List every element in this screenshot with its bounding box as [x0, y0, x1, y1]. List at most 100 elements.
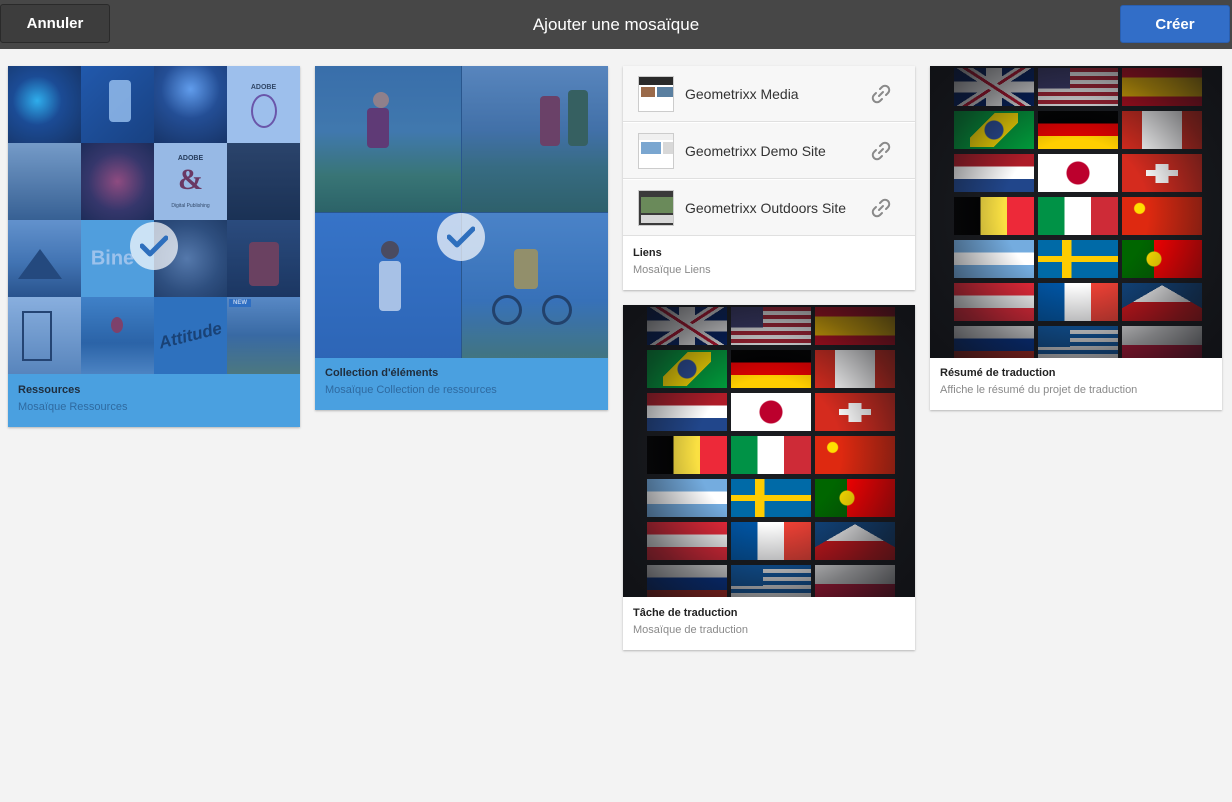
swiss-flag: [815, 393, 895, 431]
resources-thumbnail: ADOBE ADOBE & Digital Publishing Bine At…: [8, 66, 300, 374]
page-title: Ajouter une mosaïque: [532, 14, 700, 34]
netherlands-flag: [954, 154, 1034, 192]
site-thumbnail: [638, 76, 674, 112]
new-badge: NEW: [229, 299, 251, 307]
card-label: Collection d'éléments Mosaïque Collectio…: [325, 366, 598, 398]
flag-grid: [623, 305, 915, 597]
tile-card-resources[interactable]: ADOBE ADOBE & Digital Publishing Bine At…: [8, 66, 300, 427]
russia-flag: [954, 326, 1034, 358]
resource-image: NEW: [227, 297, 300, 374]
sweden-flag: [1038, 240, 1118, 278]
austria-flag: [954, 283, 1034, 321]
spain-flag: [1122, 68, 1202, 106]
card-subtitle: Affiche le résumé du projet de traductio…: [940, 384, 1138, 396]
tile-card-collection[interactable]: Collection d'éléments Mosaïque Collectio…: [315, 66, 608, 410]
selected-check-icon: [437, 213, 485, 261]
link-icon[interactable]: [869, 82, 893, 106]
uk-flag: [954, 68, 1034, 106]
card-label: Liens Mosaïque Liens: [633, 246, 905, 278]
link-icon[interactable]: [869, 139, 893, 163]
greece-flag: [1038, 326, 1118, 358]
japan-flag: [1038, 154, 1118, 192]
spain-flag: [815, 307, 895, 345]
tile-card-links[interactable]: Geometrixx Media Geometrixx Demo Site Ge…: [623, 66, 915, 290]
sweden-flag: [731, 479, 811, 517]
resource-image: [8, 143, 81, 220]
germany-flag: [731, 350, 811, 388]
us-flag: [1038, 68, 1118, 106]
poland-flag: [815, 565, 895, 597]
create-button[interactable]: Créer: [1120, 5, 1230, 43]
card-title: Collection d'éléments: [325, 367, 439, 379]
link-item-geometrixx-outdoors-site[interactable]: Geometrixx Outdoors Site: [623, 180, 915, 236]
china-flag: [1122, 197, 1202, 235]
card-label: Résumé de traduction Affiche le résumé d…: [940, 366, 1212, 398]
cancel-button[interactable]: Annuler: [0, 4, 110, 43]
resource-image: [227, 220, 300, 297]
italy-flag: [1038, 197, 1118, 235]
italy-flag: [731, 436, 811, 474]
argentina-flag: [647, 479, 727, 517]
link-icon[interactable]: [869, 196, 893, 220]
card-title: Tâche de traduction: [633, 607, 738, 619]
resource-image: [81, 66, 154, 143]
link-item-geometrixx-media[interactable]: Geometrixx Media: [623, 66, 915, 122]
russia-flag: [647, 565, 727, 597]
brazil-flag: [647, 350, 727, 388]
flag-grid: [930, 66, 1222, 358]
canada-flag: [1122, 111, 1202, 149]
card-label: Tâche de traduction Mosaïque de traducti…: [633, 606, 905, 638]
china-flag: [815, 436, 895, 474]
resource-image: Attitude: [154, 297, 227, 374]
runner-image: [315, 66, 461, 212]
resource-image: [8, 297, 81, 374]
czech-flag: [1122, 283, 1202, 321]
belgium-flag: [954, 197, 1034, 235]
swiss-flag: [1122, 154, 1202, 192]
france-flag: [731, 522, 811, 560]
card-subtitle: Mosaïque Liens: [633, 264, 711, 276]
hikers-image: [462, 66, 608, 212]
austria-flag: [647, 522, 727, 560]
selected-check-icon: [130, 222, 178, 270]
resource-image: [81, 143, 154, 220]
card-title: Ressources: [18, 384, 81, 396]
card-title: Résumé de traduction: [940, 367, 1056, 379]
site-thumbnail: [638, 190, 674, 226]
resource-image: ADOBE & Digital Publishing: [154, 143, 227, 220]
resource-image: [154, 66, 227, 143]
belgium-flag: [647, 436, 727, 474]
flags-thumbnail: [930, 66, 1222, 358]
card-title: Liens: [633, 247, 662, 259]
netherlands-flag: [647, 393, 727, 431]
portugal-flag: [815, 479, 895, 517]
card-subtitle: Mosaïque Ressources: [18, 401, 128, 413]
poland-flag: [1122, 326, 1202, 358]
resource-image: [8, 220, 81, 297]
header-bar: Annuler Ajouter une mosaïque Créer: [0, 0, 1232, 49]
tile-card-translation-task[interactable]: Tâche de traduction Mosaïque de traducti…: [623, 305, 915, 650]
link-item-geometrixx-demo-site[interactable]: Geometrixx Demo Site: [623, 123, 915, 179]
card-label: Ressources Mosaïque Ressources: [18, 383, 290, 415]
tile-card-translation-summary[interactable]: Résumé de traduction Affiche le résumé d…: [930, 66, 1222, 410]
resource-image: [8, 66, 81, 143]
resource-image: ADOBE: [227, 66, 300, 143]
greece-flag: [731, 565, 811, 597]
link-name: Geometrixx Media: [685, 86, 799, 102]
canada-flag: [815, 350, 895, 388]
argentina-flag: [954, 240, 1034, 278]
site-thumbnail: [638, 133, 674, 169]
brazil-flag: [954, 111, 1034, 149]
uk-flag: [647, 307, 727, 345]
link-name: Geometrixx Outdoors Site: [685, 200, 847, 216]
link-name: Geometrixx Demo Site: [685, 143, 826, 159]
flags-thumbnail: [623, 305, 915, 597]
portugal-flag: [1122, 240, 1202, 278]
germany-flag: [1038, 111, 1118, 149]
card-subtitle: Mosaïque de traduction: [633, 624, 748, 636]
czech-flag: [815, 522, 895, 560]
resource-image: [227, 143, 300, 220]
france-flag: [1038, 283, 1118, 321]
collection-thumbnail: [315, 66, 608, 358]
card-subtitle: Mosaïque Collection de ressources: [325, 384, 497, 396]
